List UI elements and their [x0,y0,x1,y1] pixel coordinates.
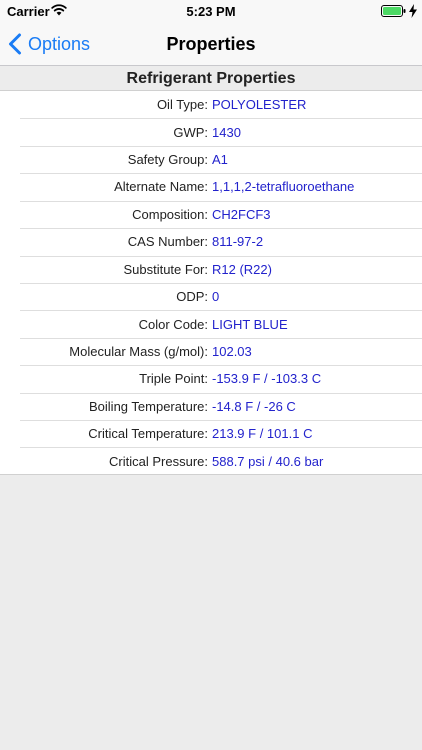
property-row: Composition: CH2FCF3 [0,200,422,228]
property-label: Safety Group: [127,152,208,168]
property-value: 102.03 [212,344,252,359]
status-bar: Carrier 5:23 PM [0,0,422,22]
property-row: Critical Pressure: 588.7 psi / 40.6 bar [0,447,422,474]
property-value: A1 [212,152,228,168]
property-label: Critical Pressure: [109,453,208,469]
property-row: Color Code: LIGHT BLUE [0,310,422,337]
property-label: CAS Number: [127,234,208,250]
navigation-bar: Options Properties [0,22,422,66]
property-value: 1,1,1,2-tetrafluoroethane [212,179,355,195]
property-value: POLYOLESTER [212,97,307,113]
property-label: Molecular Mass (g/mol): [69,344,208,359]
property-row: ODP: 0 [0,282,422,310]
property-label: Substitute For: [123,261,208,277]
property-row: Oil Type: POLYOLESTER [0,91,422,118]
property-value: -153.9 F / -103.3 C [212,371,322,387]
property-value: 1430 [212,124,241,140]
property-value: 588.7 psi / 40.6 bar [212,453,324,469]
page-title: Properties [166,34,256,54]
property-value: 0 [212,289,220,305]
property-row: Triple Point: -153.9 F / -103.3 C [0,365,422,392]
battery-icon [381,5,406,17]
properties-list: Oil Type: POLYOLESTER GWP: 1430 Safety G… [0,91,422,475]
status-time: 5:23 PM [186,4,236,19]
property-value: R12 (R22) [212,261,272,277]
property-label: ODP: [176,289,208,305]
property-value: LIGHT BLUE [212,316,288,332]
property-row: CAS Number: 811-97-2 [0,228,422,255]
property-row: Substitute For: R12 (R22) [0,255,422,283]
section-header: Refrigerant Properties [0,66,422,91]
property-label: Oil Type: [156,97,208,113]
charging-bolt-icon [409,4,417,18]
property-row: Critical Temperature: 213.9 F / 101.1 C [0,420,422,447]
property-value: 213.9 F / 101.1 C [212,426,313,442]
property-label: Alternate Name: [114,179,208,195]
property-label: Color Code: [138,316,208,332]
property-label: Composition: [132,206,208,222]
property-row: Molecular Mass (g/mol): 102.03 [0,337,422,365]
property-value: CH2FCF3 [212,206,271,222]
property-row: Alternate Name: 1,1,1,2-tetrafluoroethan… [0,173,422,200]
screen: Carrier 5:23 PM Options Properties Refri… [0,0,422,750]
property-label: Boiling Temperature: [89,398,208,414]
property-label: Critical Temperature: [88,426,208,442]
property-label: Triple Point: [139,371,208,387]
property-row: Boiling Temperature: -14.8 F / -26 C [0,392,422,420]
property-row: Safety Group: A1 [0,145,422,173]
property-value: 811-97-2 [212,234,264,250]
property-value: -14.8 F / -26 C [212,398,296,414]
property-label: GWP: [173,124,208,140]
property-row: GWP: 1430 [0,118,422,145]
